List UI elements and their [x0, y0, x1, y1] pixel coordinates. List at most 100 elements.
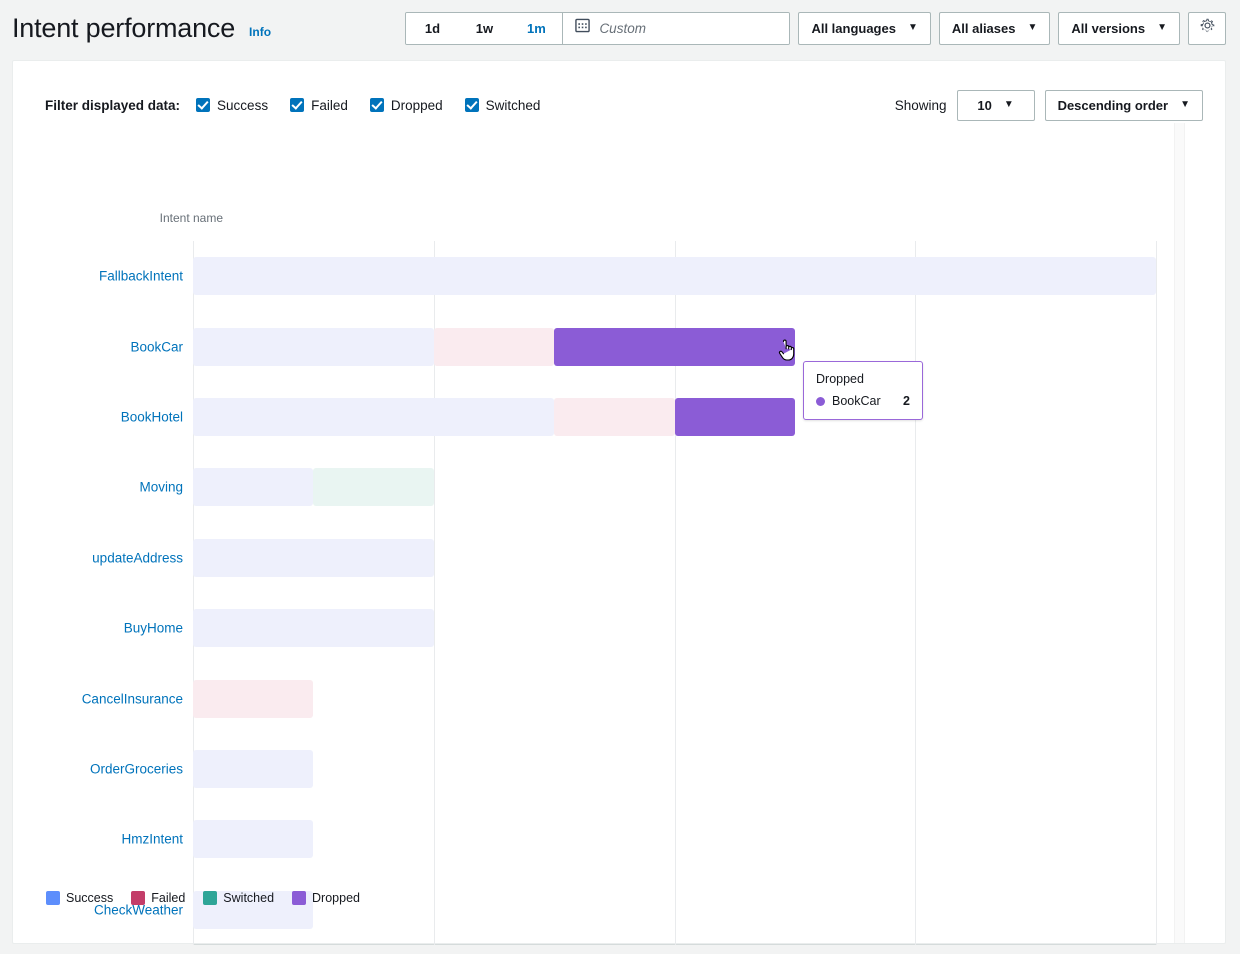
y-axis-label-hmzintent[interactable]: HmzIntent: [13, 832, 183, 847]
checkbox-icon: [290, 98, 304, 112]
filter-bar: Filter displayed data: Success Failed Dr…: [13, 61, 1225, 123]
legend-item-dropped[interactable]: Dropped: [292, 891, 360, 905]
bar-segment-success[interactable]: [193, 609, 434, 647]
y-axis-label-fallbackintent[interactable]: FallbackIntent: [13, 269, 183, 284]
bar-segment-switched[interactable]: [313, 468, 433, 506]
bar-row: [193, 539, 1156, 577]
checkbox-success[interactable]: Success: [196, 98, 268, 113]
bar-row: [193, 750, 1156, 788]
bar-segment-success[interactable]: [193, 398, 554, 436]
date-range-1w[interactable]: 1w: [458, 13, 510, 44]
versions-filter-button[interactable]: All versions ▼: [1058, 12, 1180, 45]
bar-segment-success[interactable]: [193, 468, 313, 506]
y-axis-label-bookcar[interactable]: BookCar: [13, 339, 183, 354]
checkbox-dropped[interactable]: Dropped: [370, 98, 443, 113]
settings-button[interactable]: [1188, 12, 1226, 45]
bar-segment-dropped[interactable]: [675, 398, 795, 436]
custom-date-input[interactable]: Custom: [563, 13, 789, 44]
checkbox-icon: [370, 98, 384, 112]
showing-controls: Showing 10 ▼ Descending order ▼: [895, 90, 1203, 121]
legend-label: Dropped: [312, 891, 360, 905]
checkbox-success-label: Success: [217, 98, 268, 113]
chevron-down-icon: ▼: [1157, 23, 1167, 33]
chevron-down-icon: ▼: [1027, 23, 1037, 33]
bar-row: [193, 257, 1156, 295]
y-axis-title: Intent name: [13, 211, 223, 225]
bar-segment-failed[interactable]: [554, 398, 674, 436]
checkbox-failed[interactable]: Failed: [290, 98, 348, 113]
bar-segment-success[interactable]: [193, 328, 434, 366]
series-dot-icon: [816, 397, 825, 406]
showing-count-value: 10: [977, 98, 991, 113]
bar-row: [193, 468, 1156, 506]
bar-segment-failed[interactable]: [193, 680, 313, 718]
legend-label: Switched: [223, 891, 274, 905]
custom-date-placeholder: Custom: [599, 21, 646, 36]
legend-label: Failed: [151, 891, 185, 905]
legend-swatch-icon: [292, 891, 306, 905]
sort-order-select[interactable]: Descending order ▼: [1045, 90, 1203, 121]
plot-area: [193, 241, 1156, 945]
date-range-group: 1d 1w 1m Custom: [405, 12, 790, 45]
chevron-down-icon: ▼: [1180, 100, 1190, 110]
chevron-down-icon: ▼: [1004, 100, 1014, 110]
legend-swatch-icon: [203, 891, 217, 905]
bar-row: [193, 680, 1156, 718]
date-range-1m[interactable]: 1m: [510, 13, 562, 44]
header-controls: 1d 1w 1m Custom: [405, 12, 1226, 45]
bar-segment-dropped[interactable]: [554, 328, 795, 366]
chart-legend: Success Failed Switched Dropped: [46, 891, 372, 905]
checkbox-icon: [196, 98, 210, 112]
checkbox-switched[interactable]: Switched: [465, 98, 541, 113]
chevron-down-icon: ▼: [908, 23, 918, 33]
bar-row: [193, 609, 1156, 647]
chart-tooltip: Dropped BookCar 2: [803, 361, 923, 420]
bar-row: [193, 820, 1156, 858]
versions-filter-label: All versions: [1071, 21, 1145, 36]
page-header: Intent performance Info 1d 1w 1m: [0, 0, 1240, 56]
checkbox-dropped-label: Dropped: [391, 98, 443, 113]
bar-row: [193, 398, 1156, 436]
bar-segment-success[interactable]: [193, 539, 434, 577]
languages-filter-button[interactable]: All languages ▼: [798, 12, 930, 45]
checkbox-failed-label: Failed: [311, 98, 348, 113]
sort-order-value: Descending order: [1058, 98, 1169, 113]
legend-swatch-icon: [131, 891, 145, 905]
checkbox-switched-label: Switched: [486, 98, 541, 113]
aliases-filter-label: All aliases: [952, 21, 1016, 36]
legend-item-failed[interactable]: Failed: [131, 891, 185, 905]
y-axis-label-moving[interactable]: Moving: [13, 480, 183, 495]
bar-segment-success[interactable]: [193, 750, 313, 788]
date-range-1d[interactable]: 1d: [406, 13, 458, 44]
aliases-filter-button[interactable]: All aliases ▼: [939, 12, 1051, 45]
tooltip-row: BookCar 2: [816, 394, 910, 408]
legend-swatch-icon: [46, 891, 60, 905]
bar-segment-failed[interactable]: [434, 328, 554, 366]
info-link[interactable]: Info: [249, 25, 271, 39]
y-axis-label-updateaddress[interactable]: updateAddress: [13, 550, 183, 565]
page-title: Intent performance: [12, 15, 235, 42]
gridline: [1156, 241, 1157, 945]
y-axis-label-ordergroceries[interactable]: OrderGroceries: [13, 762, 183, 777]
intent-performance-card: Filter displayed data: Success Failed Dr…: [12, 60, 1226, 944]
gear-icon: [1199, 17, 1216, 39]
intent-performance-chart: Intent name FallbackIntent BookCar BookHot…: [13, 123, 1225, 943]
filter-displayed-data-label: Filter displayed data:: [45, 98, 180, 113]
calendar-icon: [575, 18, 590, 38]
legend-item-success[interactable]: Success: [46, 891, 113, 905]
bar-segment-success[interactable]: [193, 257, 1156, 295]
y-axis-label-cancelinsurance[interactable]: CancelInsurance: [13, 691, 183, 706]
showing-label: Showing: [895, 98, 947, 113]
bar-segment-success[interactable]: [193, 820, 313, 858]
checkbox-icon: [465, 98, 479, 112]
tooltip-series-name: BookCar: [832, 394, 881, 408]
y-axis-label-buyhome[interactable]: BuyHome: [13, 621, 183, 636]
bar-row: [193, 328, 1156, 366]
legend-item-switched[interactable]: Switched: [203, 891, 274, 905]
tooltip-value: 2: [903, 394, 910, 408]
tooltip-title: Dropped: [816, 372, 910, 386]
vertical-scrollbar[interactable]: [1174, 123, 1185, 943]
languages-filter-label: All languages: [811, 21, 896, 36]
showing-count-select[interactable]: 10 ▼: [957, 90, 1035, 121]
y-axis-label-bookhotel[interactable]: BookHotel: [13, 410, 183, 425]
